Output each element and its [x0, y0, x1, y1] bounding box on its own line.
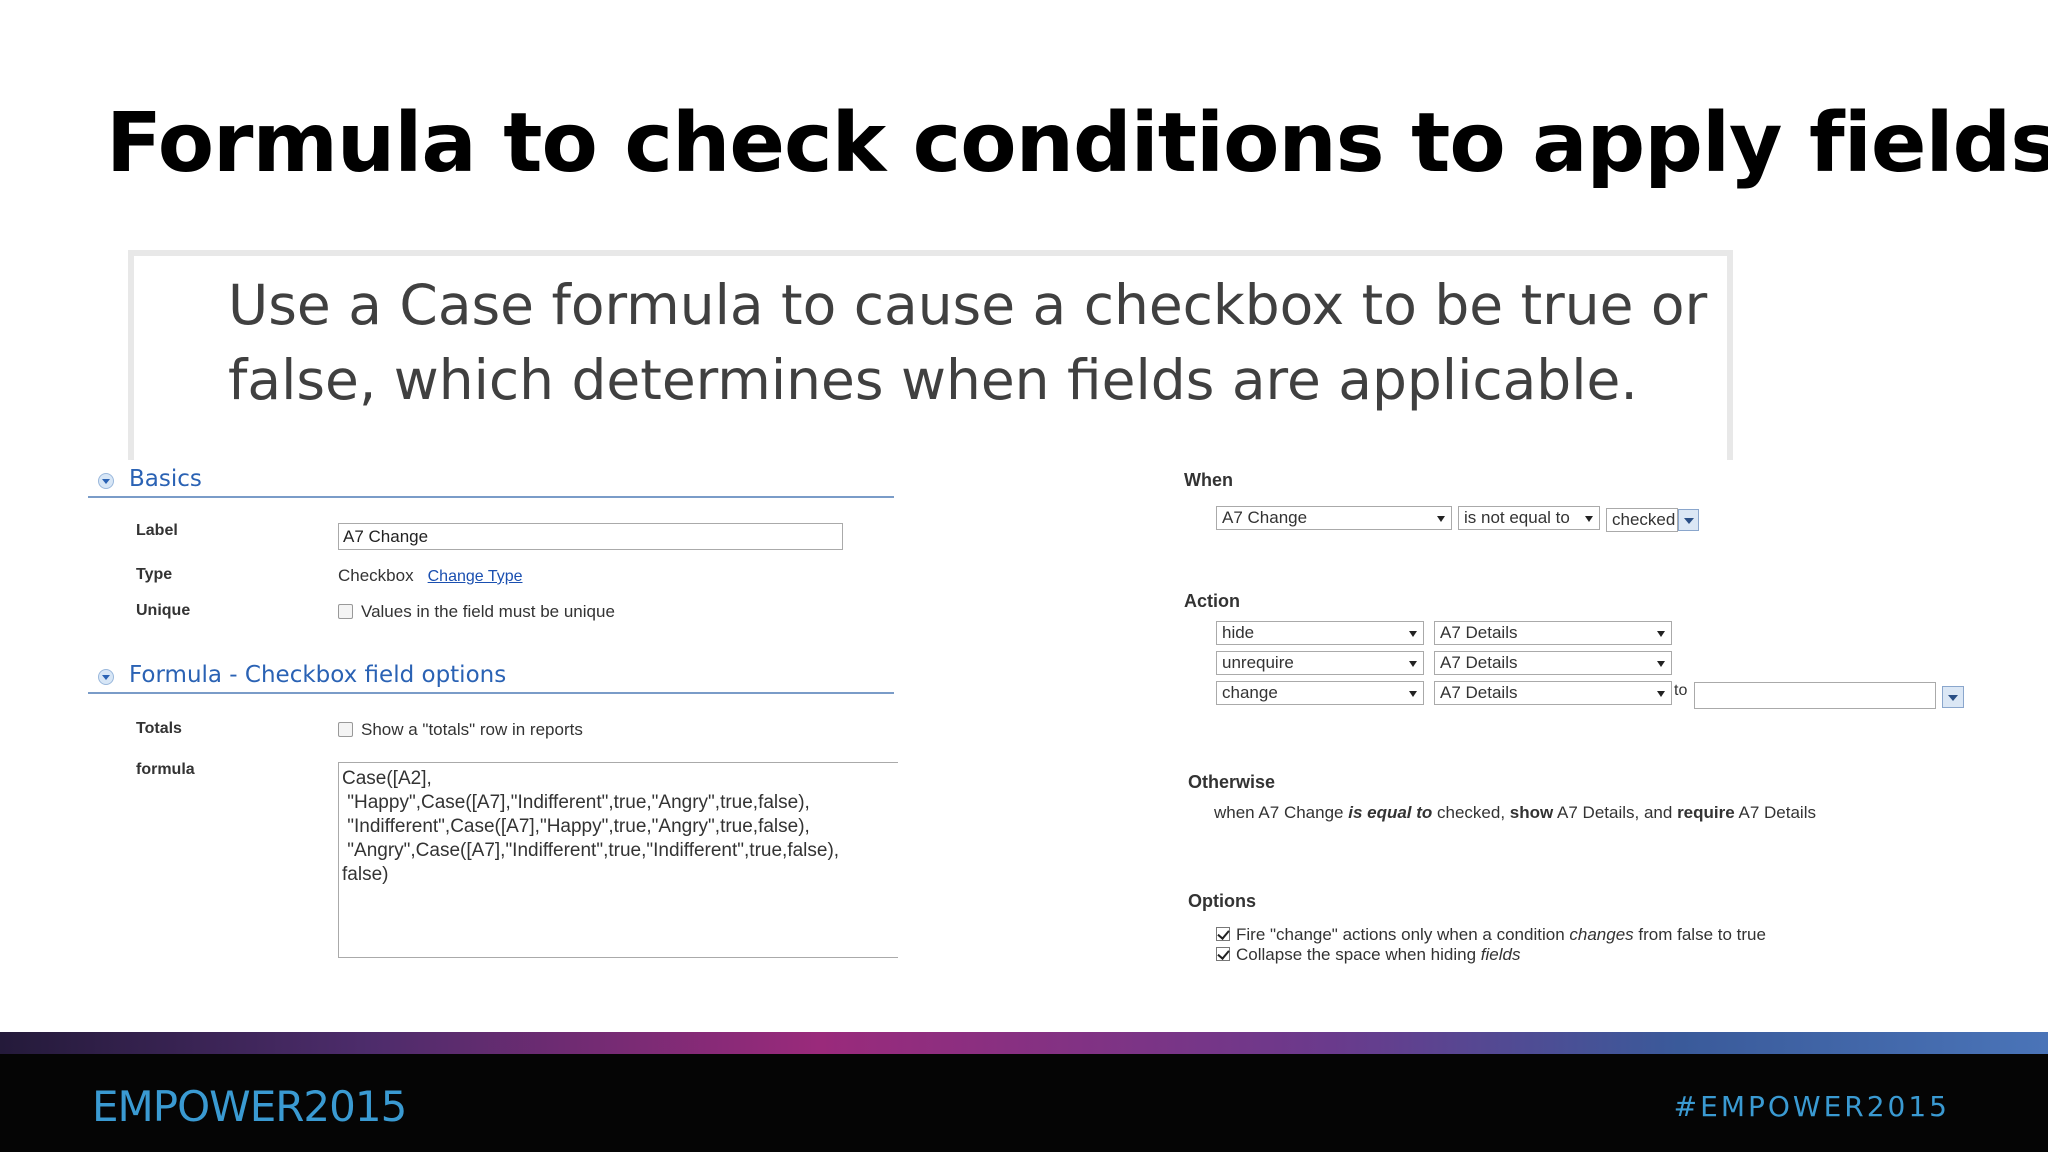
- option-text: Collapse the space when hiding: [1236, 945, 1481, 964]
- action-target-select[interactable]: A7 Details: [1434, 681, 1672, 705]
- label-field-label: Label: [136, 522, 178, 539]
- dropdown-arrow-icon: [1409, 661, 1417, 667]
- dropdown-arrow-icon: [1585, 516, 1593, 522]
- dropdown-arrow-icon: [1657, 631, 1665, 637]
- options-heading: Options: [1188, 891, 1256, 911]
- action-verb-value: change: [1222, 683, 1278, 702]
- callout-text: Use a Case formula to cause a checkbox t…: [228, 273, 1708, 412]
- unique-field-label: Unique: [136, 602, 191, 619]
- action-verb-select[interactable]: unrequire: [1216, 651, 1424, 675]
- formula-section-title: Formula - Checkbox field options: [129, 662, 507, 688]
- dropdown-arrow-icon: [1437, 516, 1445, 522]
- change-to-dropdown-button[interactable]: [1942, 686, 1964, 708]
- basics-section-title: Basics: [129, 466, 202, 492]
- otherwise-part: A7 Details, and: [1553, 803, 1678, 822]
- action-target-value: A7 Details: [1440, 653, 1518, 672]
- formula-section-header[interactable]: Formula - Checkbox field options: [88, 656, 894, 694]
- option-text: changes: [1569, 925, 1634, 944]
- type-field-label: Type: [136, 566, 173, 583]
- slide-title: Formula to check conditions to apply fie…: [106, 96, 2048, 191]
- action-target-select[interactable]: A7 Details: [1434, 651, 1672, 675]
- totals-checkbox[interactable]: [338, 722, 353, 737]
- option-text: fields: [1480, 945, 1521, 964]
- when-heading: When: [1184, 470, 1233, 490]
- footer-brand-logo: EMPOWER2015: [92, 1082, 407, 1131]
- otherwise-show: show: [1509, 803, 1554, 822]
- basics-section-header[interactable]: Basics: [88, 460, 894, 498]
- option-text: Fire "change" actions only when a condit…: [1236, 925, 1570, 944]
- when-value-text: checked: [1612, 510, 1676, 529]
- option-text: from false to true: [1633, 925, 1766, 944]
- otherwise-part: checked,: [1432, 803, 1510, 822]
- type-value-text: Checkbox: [338, 566, 414, 585]
- dropdown-arrow-icon: [1657, 661, 1665, 667]
- action-target-select[interactable]: A7 Details: [1434, 621, 1672, 645]
- field-editor-panel: Basics Label A7 Change Type Checkbox Chan…: [88, 460, 898, 980]
- totals-option-text: Show a "totals" row in reports: [361, 720, 583, 739]
- dropdown-arrow-icon: [1657, 691, 1665, 697]
- otherwise-operator: is equal to: [1348, 803, 1433, 822]
- fire-change-checkbox[interactable]: [1216, 927, 1230, 941]
- otherwise-part: A7 Details: [1734, 803, 1816, 822]
- unique-option[interactable]: Values in the field must be unique: [338, 602, 615, 622]
- footer-hashtag: #EMPOWER2015: [1673, 1090, 1950, 1123]
- formula-field-label: formula: [136, 761, 195, 778]
- dropdown-arrow-icon: [1409, 631, 1417, 637]
- dropdown-arrow-icon: [1409, 691, 1417, 697]
- otherwise-part: when A7 Change: [1214, 803, 1349, 822]
- when-operator-value: is not equal to: [1464, 508, 1570, 527]
- action-heading: Action: [1184, 591, 1240, 611]
- label-input[interactable]: A7 Change: [338, 523, 843, 550]
- action-verb-value: hide: [1222, 623, 1255, 642]
- change-type-link[interactable]: Change Type: [428, 568, 523, 585]
- when-value-dropdown-button[interactable]: [1678, 509, 1699, 531]
- when-field-value: A7 Change: [1222, 508, 1308, 527]
- collapse-toggle-icon[interactable]: [98, 669, 114, 685]
- unique-checkbox[interactable]: [338, 604, 353, 619]
- totals-option[interactable]: Show a "totals" row in reports: [338, 720, 583, 740]
- when-value-field[interactable]: checked: [1606, 508, 1678, 532]
- collapse-toggle-icon[interactable]: [98, 473, 114, 489]
- action-target-value: A7 Details: [1440, 683, 1518, 702]
- unique-option-text: Values in the field must be unique: [361, 602, 615, 621]
- otherwise-require: require: [1677, 803, 1735, 822]
- formula-textarea[interactable]: Case([A2], "Happy",Case([A7],"Indifferen…: [338, 762, 898, 958]
- rule-editor-panel: When A7 Change is not equal to checked A…: [1172, 460, 1972, 980]
- footer-gradient-band: [0, 1032, 2048, 1054]
- otherwise-heading: Otherwise: [1188, 772, 1276, 792]
- type-value: Checkbox Change Type: [338, 566, 523, 586]
- action-verb-select[interactable]: change: [1216, 681, 1424, 705]
- action-verb-select[interactable]: hide: [1216, 621, 1424, 645]
- option-fire-change[interactable]: Fire "change" actions only when a condit…: [1216, 925, 1766, 945]
- change-to-input[interactable]: [1694, 682, 1936, 709]
- action-target-value: A7 Details: [1440, 623, 1518, 642]
- collapse-space-checkbox[interactable]: [1216, 947, 1230, 961]
- option-collapse-space[interactable]: Collapse the space when hiding fields: [1216, 945, 1520, 965]
- otherwise-description: when A7 Change is equal to checked, show…: [1214, 803, 1816, 823]
- action-verb-value: unrequire: [1222, 653, 1294, 672]
- when-field-select[interactable]: A7 Change: [1216, 506, 1452, 530]
- footer: EMPOWER2015 #EMPOWER2015: [0, 1054, 2048, 1152]
- totals-field-label: Totals: [136, 720, 182, 737]
- when-operator-select[interactable]: is not equal to: [1458, 506, 1600, 530]
- to-label: to: [1674, 682, 1688, 699]
